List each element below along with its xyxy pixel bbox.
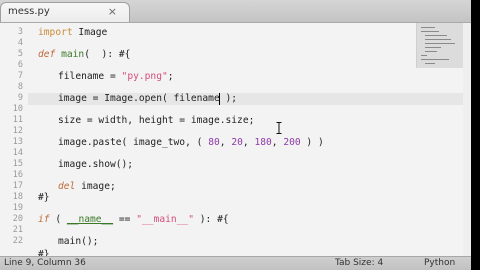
line-number: 21: [12, 225, 23, 235]
tab-size-selector[interactable]: Tab Size: 4: [335, 258, 383, 268]
line-number: 6: [17, 60, 23, 70]
code-line: def main( ): #{: [38, 49, 131, 60]
code-line: del image;: [58, 181, 116, 192]
code-line: #}: [38, 192, 50, 203]
line-number: 11: [12, 115, 23, 125]
line-number: 22: [12, 236, 23, 246]
code-line: image.paste( image_two, ( 80, 20, 180, 2…: [58, 137, 324, 148]
code-line: if ( __name__ == "__main__" ): #{: [38, 214, 229, 225]
code-line: size = width, height = image.size;: [58, 115, 255, 126]
close-icon[interactable]: ×: [108, 5, 117, 18]
line-number: 10: [12, 104, 23, 114]
cursor-position: Line 9, Column 36: [4, 258, 86, 268]
code-area[interactable]: import Image def main( ): #{ filename = …: [38, 23, 413, 260]
line-number: 12: [12, 126, 23, 136]
file-tab-label: mess.py: [8, 6, 50, 17]
line-number: 4: [17, 38, 23, 48]
line-number: 20: [12, 214, 23, 224]
status-bar: Line 9, Column 36 Tab Size: 4 Python: [0, 256, 471, 270]
line-number: 5: [17, 49, 23, 59]
line-number: 9: [17, 93, 23, 103]
line-number: 15: [12, 159, 23, 169]
line-number: 13: [12, 137, 23, 147]
editor-window: mess.py × 3 4 5 6 7 8 9 10 11 12 13 14 1…: [0, 0, 471, 270]
line-number: 3: [17, 27, 23, 37]
file-tab[interactable]: mess.py ×: [0, 2, 130, 22]
code-line: main();: [58, 236, 99, 247]
line-number-gutter: 3 4 5 6 7 8 9 10 11 12 13 14 15 16 17 18…: [0, 23, 28, 256]
i-beam-cursor-icon: [276, 122, 282, 134]
line-number: 16: [12, 170, 23, 180]
tab-bar: mess.py ×: [0, 0, 471, 23]
text-cursor: [219, 93, 220, 105]
code-line: import Image: [38, 27, 108, 38]
vertical-scrollbar[interactable]: [463, 23, 471, 256]
line-number: 7: [17, 71, 23, 81]
code-line-current: image = Image.open( filename );: [58, 93, 238, 104]
code-line: image.show();: [58, 159, 134, 170]
line-number: 18: [12, 192, 23, 202]
line-number: 8: [17, 82, 23, 92]
code-line: filename = "py.png";: [58, 71, 174, 82]
line-number: 19: [12, 203, 23, 213]
line-number: 17: [12, 181, 23, 191]
line-number: 14: [12, 148, 23, 158]
syntax-selector[interactable]: Python: [424, 258, 455, 268]
